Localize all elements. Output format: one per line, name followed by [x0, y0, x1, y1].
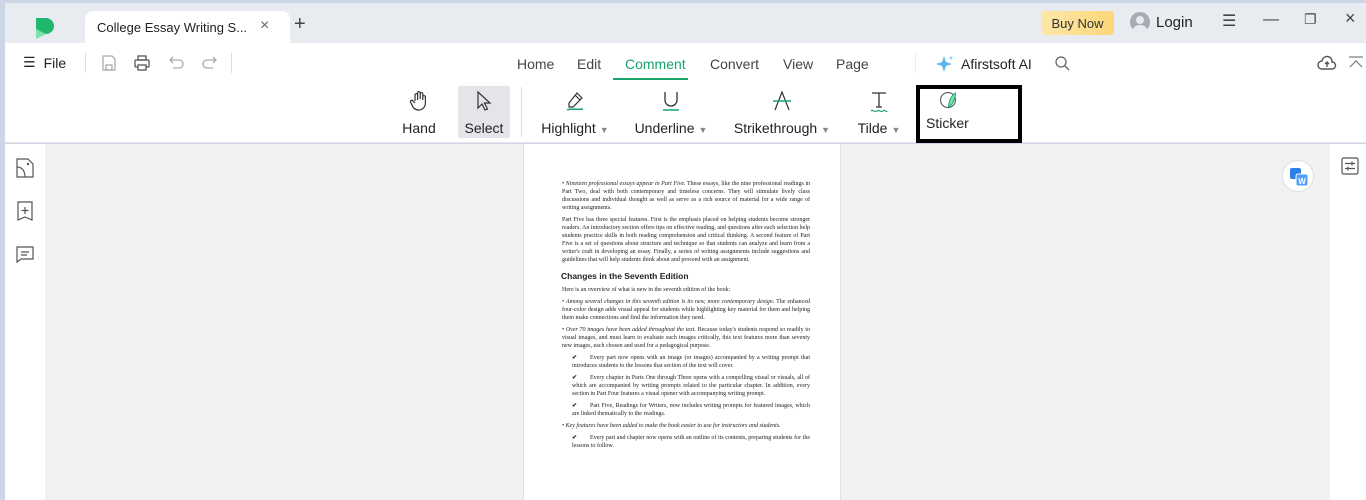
check-item: ✔ Part Five, Readings for Writers, now in… — [572, 403, 810, 417]
tab-home[interactable]: Home — [517, 56, 554, 72]
menu-icon: ☰ — [23, 54, 36, 70]
undo-icon[interactable] — [167, 54, 185, 72]
cursor-arrow-icon — [477, 90, 492, 111]
thumbnails-icon[interactable] — [16, 158, 34, 178]
svg-text:W: W — [1298, 177, 1306, 186]
bookmark-add-icon[interactable] — [16, 201, 34, 221]
chevron-down-icon[interactable]: ▼ — [600, 125, 609, 135]
sticker-highlight-box — [916, 85, 1022, 143]
underline-tool-button[interactable]: Underline ▼ — [630, 86, 712, 138]
select-label: Select — [464, 120, 504, 136]
translate-button[interactable]: W — [1282, 160, 1314, 192]
afirstsoft-ai-button[interactable]: Afirstsoft AI — [935, 54, 1032, 74]
strikethrough-icon — [773, 90, 791, 111]
redo-icon[interactable] — [201, 54, 219, 72]
tab-edit[interactable]: Edit — [577, 56, 601, 72]
app-logo-icon — [36, 18, 54, 39]
login-label: Login — [1156, 13, 1193, 31]
comment-ribbon: Hand Select Highlight ▼ Underline ▼ Strike… — [5, 83, 1366, 143]
tab-close-icon[interactable]: × — [260, 17, 269, 35]
paragraph: Here is an overview of what is new in th… — [562, 287, 731, 293]
strikethrough-label: Strikethrough — [733, 120, 818, 136]
hand-label: Hand — [402, 120, 436, 136]
divider — [85, 53, 86, 73]
tab-convert[interactable]: Convert — [710, 56, 759, 72]
right-sidebar — [1330, 144, 1366, 500]
buy-now-button[interactable]: Buy Now — [1041, 11, 1114, 35]
translate-icon: W — [1290, 168, 1309, 187]
properties-panel-icon[interactable] — [1341, 157, 1359, 175]
bullet-item: • Key features have been added to make t… — [562, 423, 781, 429]
file-label: File — [43, 54, 67, 71]
divider — [231, 53, 232, 73]
login-button[interactable]: Login — [1130, 12, 1193, 32]
tilde-label: Tilde — [857, 120, 888, 136]
hand-icon — [409, 91, 426, 111]
sparkle-icon — [936, 56, 953, 72]
divider — [915, 53, 916, 73]
paragraph: • Nineteen professional essays appear in… — [562, 181, 810, 211]
checkmark-icon: ✔ — [572, 435, 578, 441]
active-tab-indicator — [613, 78, 688, 80]
highlight-pen-icon — [566, 92, 584, 111]
chevron-down-icon[interactable]: ▼ — [891, 125, 900, 135]
checkmark-icon: ✔ — [572, 355, 578, 361]
page-text: • Nineteen professional essays appear in… — [561, 180, 810, 454]
comments-panel-icon[interactable] — [16, 245, 34, 265]
select-tool-button[interactable]: Select — [458, 86, 510, 138]
restore-button[interactable]: ❐ — [1304, 11, 1317, 28]
document-tab[interactable]: College Essay Writing S... × — [85, 11, 290, 43]
highlight-tool-button[interactable]: Highlight ▼ — [535, 86, 615, 138]
minimize-button[interactable]: — — [1263, 11, 1279, 29]
tilde-text-icon — [870, 92, 888, 113]
file-menu-button[interactable]: ☰ File — [23, 54, 66, 71]
document-canvas[interactable]: • Nineteen professional essays appear in… — [45, 144, 1330, 500]
collapse-ribbon-icon[interactable] — [1347, 54, 1365, 72]
underline-label: Underline — [634, 120, 695, 136]
bullet-item: • Over 70 images have been added through… — [562, 327, 810, 349]
strikethrough-tool-button[interactable]: Strikethrough ▼ — [728, 86, 836, 138]
pdf-page[interactable]: • Nineteen professional essays appear in… — [523, 144, 841, 500]
check-item: ✔ Every chapter in Parts One through Thre… — [572, 375, 810, 397]
search-icon[interactable] — [1053, 54, 1071, 72]
ai-label: Afirstsoft AI — [961, 56, 1032, 72]
chevron-down-icon[interactable]: ▼ — [699, 125, 708, 135]
tab-comment[interactable]: Comment — [625, 56, 686, 72]
check-item: ✔ Every part now opens with an image (or … — [572, 355, 810, 369]
check-item: ✔ Every part and chapter now opens with a… — [572, 435, 810, 449]
divider — [521, 87, 522, 137]
section-heading: Changes in the Seventh Edition — [561, 271, 689, 281]
hand-tool-button[interactable]: Hand — [400, 86, 438, 138]
tilde-tool-button[interactable]: Tilde ▼ — [853, 86, 905, 138]
tab-page[interactable]: Page — [836, 56, 869, 72]
print-icon[interactable] — [133, 54, 151, 72]
highlight-label: Highlight — [541, 120, 596, 136]
menu-bar: ☰ File Home Edit Comment Convert View Pa… — [5, 43, 1366, 83]
hamburger-menu-icon[interactable]: ☰ — [1222, 11, 1236, 31]
checkmark-icon: ✔ — [572, 403, 578, 409]
title-bar: College Essay Writing S... × + Buy Now L… — [5, 3, 1366, 43]
avatar-icon — [1130, 12, 1150, 32]
tab-title: College Essay Writing S... — [97, 20, 248, 35]
bullet-item: • Among several changes in this seventh … — [562, 299, 810, 321]
save-icon[interactable] — [100, 54, 118, 72]
cloud-upload-icon[interactable] — [1317, 54, 1337, 72]
chevron-down-icon[interactable]: ▼ — [821, 125, 830, 135]
left-sidebar — [5, 144, 45, 500]
underline-icon — [663, 92, 679, 111]
checkmark-icon: ✔ — [572, 375, 578, 381]
tab-view[interactable]: View — [783, 56, 813, 72]
paragraph: Part Five has three special features. Fi… — [562, 217, 810, 263]
close-window-button[interactable]: × — [1345, 8, 1356, 29]
new-tab-button[interactable]: + — [294, 13, 306, 36]
